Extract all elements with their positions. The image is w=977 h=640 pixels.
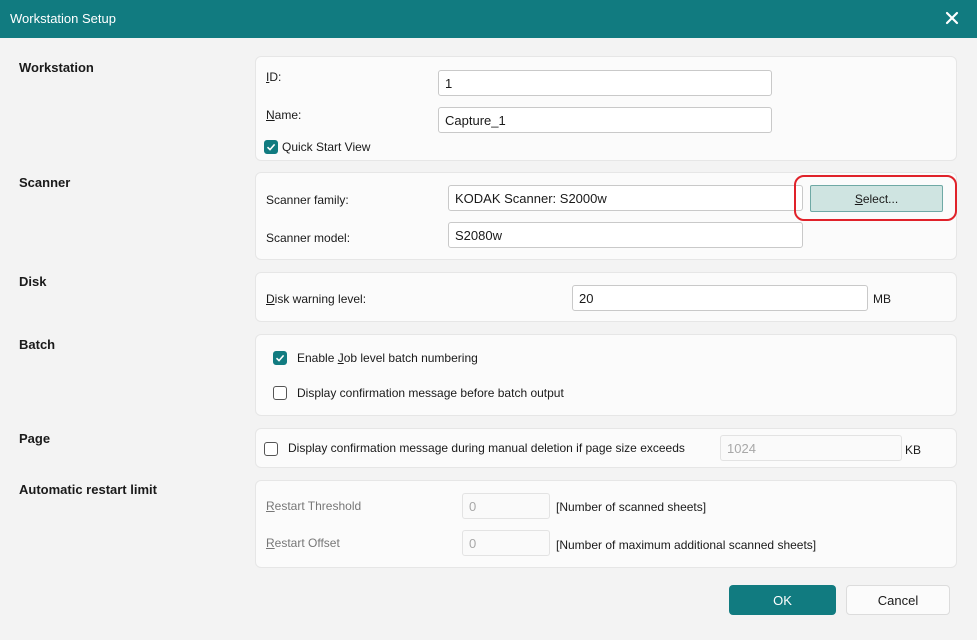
- quick-start-label: Quick Start View: [282, 140, 371, 154]
- disk-warning-label: Disk warning level:: [266, 292, 367, 306]
- job-numbering-checkbox[interactable]: [273, 351, 287, 365]
- id-label: ID:: [266, 70, 282, 84]
- page-confirm-checkbox[interactable]: [264, 442, 278, 456]
- id-input[interactable]: [438, 70, 772, 96]
- section-page: Page: [19, 431, 51, 446]
- section-restart-limit: Automatic restart limit: [19, 482, 157, 497]
- scanner-model-label: Scanner model:: [266, 231, 351, 245]
- section-batch: Batch: [19, 337, 56, 352]
- page-confirm-label: Display confirmation message during manu…: [288, 441, 685, 455]
- cancel-button[interactable]: Cancel: [846, 585, 950, 615]
- scanner-family-input[interactable]: [448, 185, 803, 211]
- name-input[interactable]: [438, 107, 772, 133]
- page-size-input[interactable]: [720, 435, 902, 461]
- restart-offset-label: Restart Offset: [266, 536, 340, 550]
- page-unit-label: KB: [905, 443, 922, 457]
- scanner-model-input[interactable]: [448, 222, 803, 248]
- batch-panel: [255, 334, 957, 416]
- disk-warning-input[interactable]: [572, 285, 868, 311]
- name-label: Name:: [266, 108, 302, 122]
- section-scanner: Scanner: [19, 175, 71, 190]
- section-workstation: Workstation: [19, 60, 94, 75]
- restart-threshold-input[interactable]: [462, 493, 550, 519]
- restart-threshold-desc: [Number of scanned sheets]: [556, 500, 707, 514]
- restart-offset-desc: [Number of maximum additional scanned sh…: [556, 538, 817, 552]
- check-icon: [266, 143, 276, 151]
- restart-threshold-label: Restart Threshold: [266, 499, 362, 513]
- ok-button[interactable]: OK: [729, 585, 836, 615]
- disk-unit-label: MB: [873, 292, 891, 306]
- restart-panel: [255, 480, 957, 568]
- job-numbering-label: Enable Job level batch numbering: [297, 351, 478, 365]
- title-bar: Workstation Setup: [0, 0, 977, 38]
- quick-start-checkbox[interactable]: [264, 140, 278, 154]
- section-disk: Disk: [19, 274, 47, 289]
- scanner-family-label: Scanner family:: [266, 193, 349, 207]
- select-scanner-button[interactable]: Select...: [810, 185, 943, 212]
- window-title: Workstation Setup: [10, 11, 116, 26]
- batch-confirm-label: Display confirmation message before batc…: [297, 386, 564, 400]
- close-icon[interactable]: [943, 9, 961, 27]
- check-icon: [275, 354, 285, 362]
- batch-confirm-checkbox[interactable]: [273, 386, 287, 400]
- restart-offset-input[interactable]: [462, 530, 550, 556]
